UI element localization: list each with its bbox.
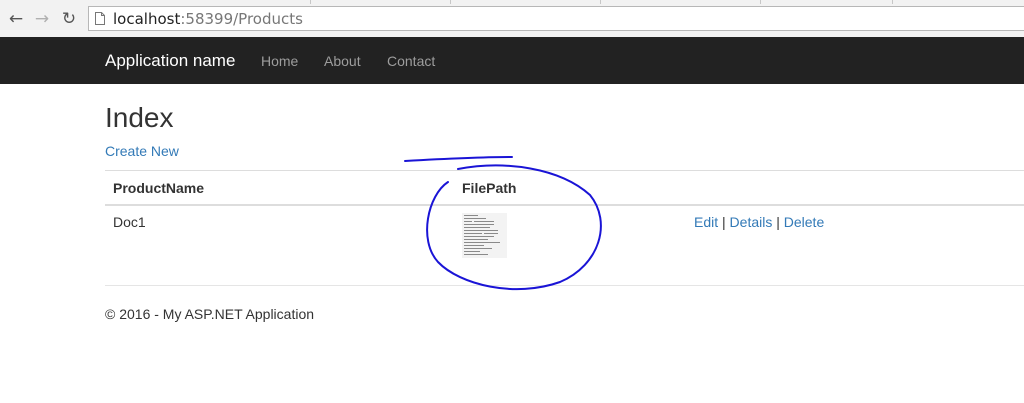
nav-contact-link[interactable]: Contact <box>387 53 435 69</box>
address-bar[interactable]: localhost:58399/Products <box>88 6 1024 31</box>
brand-link[interactable]: Application name <box>105 51 235 71</box>
url-text: localhost:58399/Products <box>113 10 303 28</box>
nav-home-link[interactable]: Home <box>261 53 298 69</box>
column-header-productname: ProductName <box>113 180 205 196</box>
annotation-underline <box>404 156 513 162</box>
page-icon <box>95 12 105 25</box>
nav-about-link[interactable]: About <box>324 53 361 69</box>
footer-divider <box>105 285 1024 286</box>
table-header-border <box>105 204 1024 206</box>
tab-strip <box>0 0 1024 4</box>
forward-arrow-icon[interactable]: → <box>33 10 51 28</box>
delete-link[interactable]: Delete <box>784 214 824 230</box>
action-separator: | <box>776 214 780 230</box>
back-arrow-icon[interactable]: ← <box>7 10 25 28</box>
site-navbar: Application name Home About Contact <box>0 37 1024 84</box>
reload-icon[interactable]: ↻ <box>60 10 78 28</box>
document-thumbnail <box>462 213 507 258</box>
document-preview-image <box>462 213 507 258</box>
browser-toolbar: ← → ↻ localhost:58399/Products <box>0 0 1024 38</box>
action-separator: | <box>722 214 726 230</box>
table-top-border <box>105 170 1024 171</box>
page-title: Index <box>105 102 174 133</box>
edit-link[interactable]: Edit <box>694 214 718 230</box>
column-header-filepath: FilePath <box>462 180 517 196</box>
url-path: :58399/Products <box>180 10 303 28</box>
row-actions: Edit | Details | Delete <box>694 214 824 231</box>
create-new-link[interactable]: Create New <box>105 143 179 160</box>
footer-copyright: © 2016 - My ASP.NET Application <box>105 306 315 322</box>
url-host: localhost <box>113 10 181 28</box>
product-name-cell: Doc1 <box>113 214 146 230</box>
details-link[interactable]: Details <box>730 214 773 230</box>
